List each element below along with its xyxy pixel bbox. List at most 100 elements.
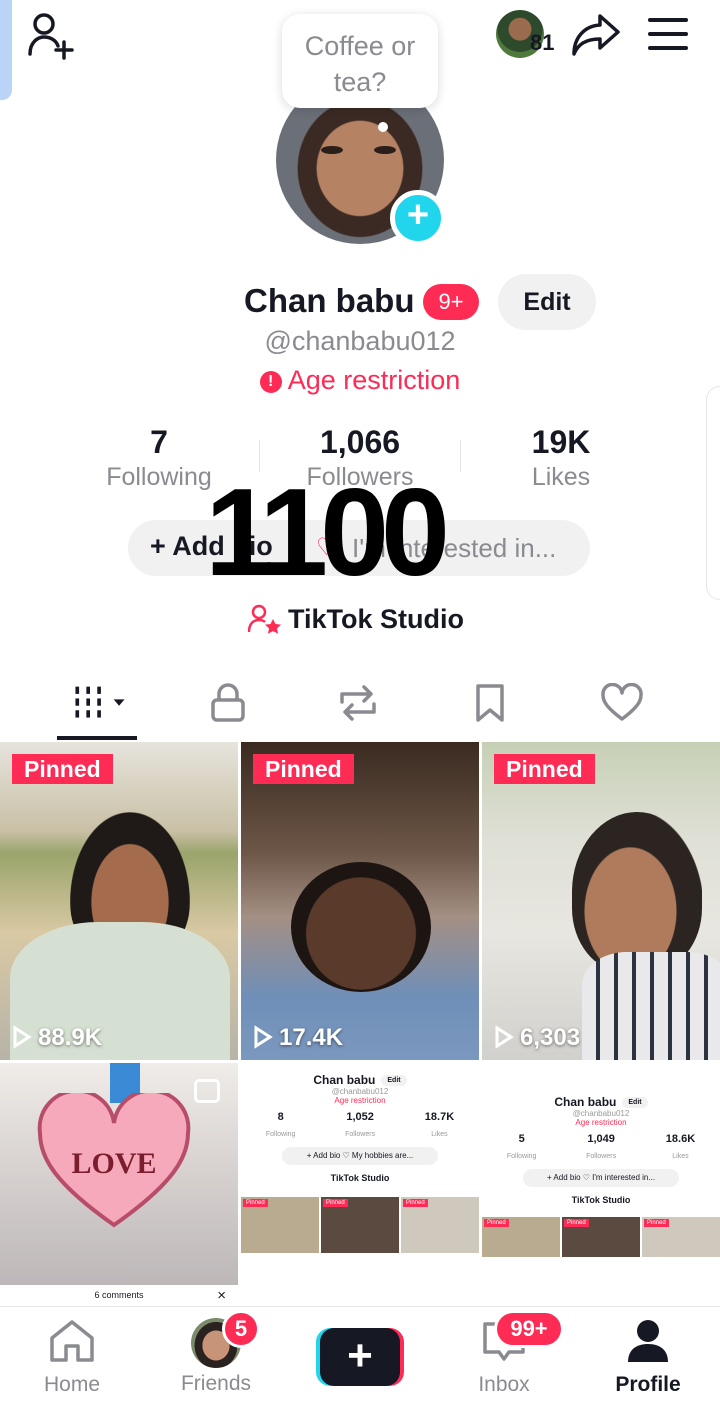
add-friend-icon[interactable] [26, 10, 78, 62]
video-thumbnail-figure [572, 812, 702, 972]
mini-studio: TikTok Studio [571, 1195, 631, 1205]
active-tab-indicator [57, 736, 137, 740]
pinned-badge: Pinned [253, 754, 354, 784]
video-tile[interactable]: Pinned 88.9K [0, 742, 238, 1060]
nav-profile[interactable]: Profile [578, 1318, 718, 1397]
mini-bio: + Add bio ♡ I'm interested in... [523, 1169, 679, 1187]
edge-handle [0, 0, 12, 100]
view-count: 6,303 [494, 1024, 580, 1052]
friends-badge: 5 [222, 1310, 260, 1348]
notification-badge[interactable]: 9+ [423, 284, 479, 320]
mini-handle: @chanbabu012 [331, 1087, 389, 1096]
mini-stat-value: 1,049 [587, 1133, 615, 1145]
nav-friends[interactable]: Friends [146, 1318, 286, 1396]
mini-video-strip: Pinned Pinned Pinned [241, 1197, 479, 1253]
view-count: 88.9K [12, 1024, 102, 1052]
mini-stat-label: Following [265, 1131, 296, 1138]
nav-friends-label: Friends [180, 1372, 252, 1395]
avatar-detail [374, 146, 396, 154]
mini-stat-label: Likes [672, 1153, 689, 1160]
profile-name: Chan babu [244, 282, 415, 319]
note-bubble[interactable]: Coffee or tea? [282, 14, 438, 108]
following-count: 7 [150, 424, 168, 460]
edit-profile-button[interactable]: Edit [498, 274, 596, 330]
mini-pinned: Pinned [403, 1199, 428, 1207]
mini-edit: Edit [381, 1075, 407, 1086]
share-icon[interactable] [570, 10, 622, 58]
close-icon: × [217, 1287, 226, 1304]
grid-icon [75, 686, 125, 718]
video-thumbnail-figure [291, 862, 431, 992]
note-text-line1: Coffee or [304, 31, 416, 61]
mini-stats: 8 Following 1,052 Followers 18.7K Likes [241, 1111, 479, 1141]
mini-pinned: Pinned [484, 1219, 509, 1227]
view-count-value: 17.4K [279, 1024, 344, 1051]
video-tile[interactable]: Pinned 17.4K [241, 742, 479, 1060]
mini-edit: Edit [622, 1097, 648, 1108]
likes-stat[interactable]: 19K Likes [461, 424, 661, 492]
add-story-button[interactable]: + [390, 190, 446, 246]
followers-count: 1,066 [319, 424, 401, 460]
plus-icon: + [320, 1328, 400, 1386]
side-panel-handle[interactable] [706, 386, 720, 600]
mini-age: Age restriction [575, 1118, 627, 1127]
video-tile[interactable]: Chan babu Edit @chanbabu012 Age restricti… [241, 1063, 479, 1306]
video-tile[interactable]: Chan babu Edit @chanbabu012 Age restricti… [482, 1063, 720, 1306]
play-icon [13, 1025, 32, 1049]
avatar-detail [321, 146, 343, 154]
alert-icon: ! [259, 371, 282, 393]
lock-icon [211, 683, 245, 722]
mini-stats: 5 Following 1,049 Followers 18.6K Likes [482, 1133, 720, 1163]
mini-stat-label: Followers [345, 1131, 376, 1138]
bookmark-icon [476, 684, 504, 722]
view-count-value: 6,303 [520, 1024, 581, 1051]
mini-pinned: Pinned [323, 1199, 348, 1207]
mini-pinned: Pinned [564, 1219, 589, 1227]
mini-stat-value: 8 [277, 1111, 284, 1123]
create-button[interactable]: + [316, 1328, 404, 1386]
mini-pinned: Pinned [644, 1219, 669, 1227]
tiktok-studio-label: TikTok Studio [288, 604, 465, 634]
bubble-tail [378, 122, 388, 132]
nav-profile-label: Profile [615, 1373, 681, 1396]
likes-label: Likes [531, 463, 591, 491]
mini-stat-label: Following [506, 1153, 537, 1160]
tab-videos[interactable] [70, 680, 130, 726]
story-count: 81 [530, 30, 555, 55]
age-restriction-link[interactable]: ! Age restriction [0, 365, 720, 396]
mini-stat-value: 18.6K [665, 1133, 696, 1145]
tab-liked[interactable] [592, 680, 652, 726]
pinned-badge: Pinned [12, 754, 113, 784]
play-icon [495, 1025, 514, 1049]
tab-private[interactable] [198, 680, 258, 726]
nav-inbox-label: Inbox [478, 1373, 530, 1396]
video-tile[interactable]: Pinned 6,303 [482, 742, 720, 1060]
mini-stat-value: 18.7K [424, 1111, 455, 1123]
creator-star-icon [247, 604, 282, 634]
video-tile[interactable]: LOVE 6 comments × [0, 1063, 238, 1306]
tab-favorites[interactable] [460, 680, 520, 726]
video-thumbnail-figure [582, 952, 720, 1060]
comments-count: 6 comments [94, 1290, 144, 1300]
pinned-badge: Pinned [494, 754, 595, 784]
love-sticker: LOVE [37, 1093, 191, 1228]
mini-name: Chan babu [313, 1073, 376, 1087]
love-text: LOVE [71, 1147, 156, 1180]
likes-count: 19K [531, 424, 591, 460]
nav-home[interactable]: Home [2, 1318, 142, 1397]
multi-photo-icon [194, 1079, 220, 1103]
comments-bar: 6 comments × [0, 1285, 238, 1306]
nav-home-label: Home [43, 1373, 101, 1396]
view-count-value: 88.9K [38, 1024, 103, 1051]
age-restriction-label: Age restriction [287, 365, 461, 395]
home-icon [50, 1320, 94, 1362]
tiktok-studio-link[interactable]: TikTok Studio [247, 604, 465, 635]
mini-handle: @chanbabu012 [572, 1109, 630, 1118]
heart-icon [601, 683, 643, 721]
play-icon [254, 1025, 273, 1049]
mini-stat-label: Likes [431, 1131, 448, 1138]
mini-name: Chan babu [554, 1095, 617, 1109]
tab-reposts[interactable] [328, 680, 388, 726]
menu-icon[interactable] [646, 14, 690, 54]
mini-stat-value: 1,052 [346, 1111, 374, 1123]
